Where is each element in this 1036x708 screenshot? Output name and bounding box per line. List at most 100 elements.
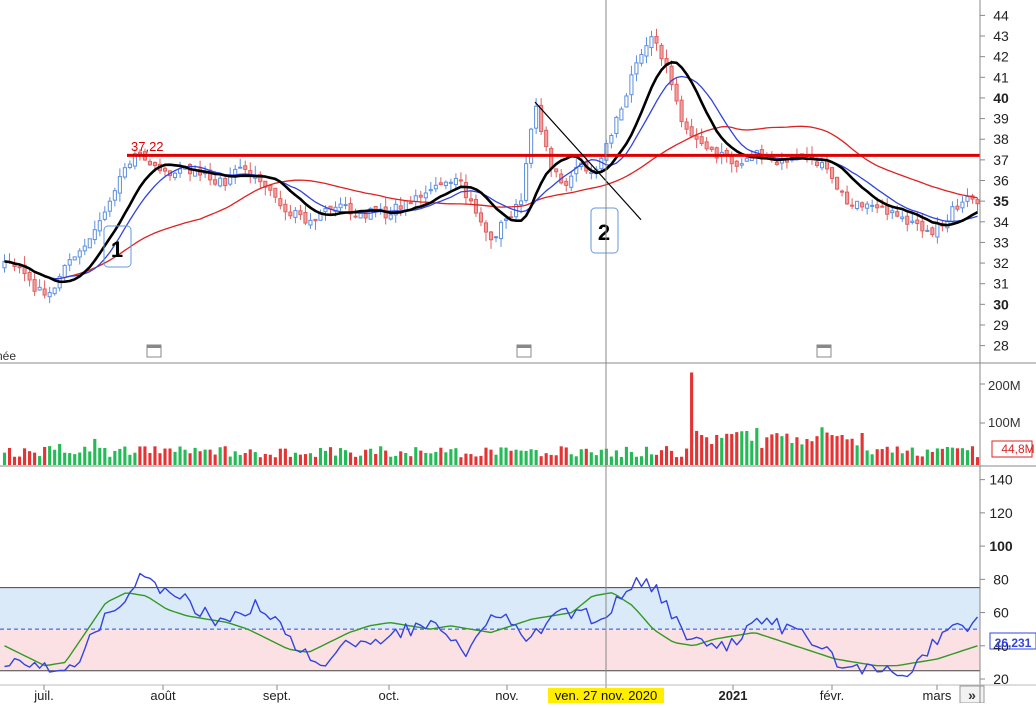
volume-bar [815, 436, 819, 465]
candle-body [865, 203, 870, 209]
volume-bar [504, 447, 508, 465]
volume-bar [970, 446, 975, 465]
volume-bar [143, 446, 147, 465]
price-panel[interactable] [2, 28, 980, 304]
volume-bar [830, 435, 834, 465]
volume-bar [634, 456, 639, 465]
price-tick-label: 29 [993, 317, 1009, 333]
volume-bar [920, 456, 924, 465]
candle-body [564, 180, 569, 186]
candle-body [92, 229, 97, 241]
candle-body [674, 83, 679, 102]
candle-body [524, 163, 529, 201]
candle-body [293, 210, 298, 218]
price-tick-label: 37 [993, 152, 1009, 168]
candle-body [82, 245, 87, 252]
volume-bar [464, 453, 468, 465]
volume-bar [895, 446, 899, 465]
volume-bar [78, 452, 82, 465]
volume-bar [369, 448, 373, 465]
x-tick-label: 2021 [719, 688, 748, 703]
volume-bar [930, 452, 934, 465]
volume-bar [258, 457, 262, 465]
candle-body [42, 288, 47, 296]
candle-body [704, 141, 709, 150]
candle-body [935, 222, 940, 238]
volume-bar [795, 437, 799, 465]
candle-body [102, 211, 107, 220]
candle-body [860, 202, 865, 208]
candle-body [127, 163, 132, 168]
volume-bar [263, 453, 267, 465]
price-tick-label: 33 [993, 234, 1009, 250]
candle-body [774, 161, 779, 165]
volume-bar [499, 447, 503, 465]
candle-body [97, 220, 102, 232]
candle-body [634, 62, 639, 75]
candle-body [845, 191, 850, 205]
volume-bar [208, 449, 212, 465]
candle-body [443, 181, 448, 187]
volume-bar [935, 448, 939, 465]
volume-bar [454, 448, 458, 465]
candle-body [734, 160, 739, 167]
volume-bar [599, 449, 603, 465]
candle-body [358, 212, 363, 219]
candle-body [448, 181, 453, 184]
volume-bar [108, 456, 112, 465]
volume-bar [559, 446, 563, 465]
volume-bar [409, 456, 413, 465]
x-tick-label: sept. [263, 688, 291, 703]
candle-body [840, 190, 845, 193]
volume-bar [730, 434, 734, 465]
chart-svg[interactable]: 1 2 » née 200M 100M 28 29 30 31 32 33 34 35 36 37 38… [0, 0, 1036, 704]
volume-bar [349, 452, 353, 465]
volume-panel[interactable] [2, 372, 980, 465]
candle-body [112, 190, 117, 201]
volume-bar [820, 427, 824, 465]
oversold-zone [0, 629, 980, 671]
candle-body [152, 162, 158, 167]
volume-bar [228, 456, 232, 465]
volume-bar [685, 448, 689, 465]
calendar-icon-header [817, 345, 831, 348]
volume-bar [760, 447, 764, 465]
calendar-icon-header [517, 345, 531, 348]
stock-chart[interactable]: 1 2 » née 200M 100M 28 29 30 31 32 33 34 35 36 37 38… [0, 0, 1036, 704]
volume-bar [720, 437, 724, 465]
volume-bar [890, 452, 894, 465]
volume-bar [73, 454, 77, 465]
volume-bar [755, 428, 759, 465]
oscillator-panel[interactable] [0, 572, 980, 678]
volume-bar [354, 456, 358, 465]
volume-bar [735, 432, 739, 465]
candle-body [890, 210, 895, 214]
volume-bar [469, 454, 473, 465]
volume-bar [133, 452, 137, 465]
volume-bar [680, 456, 684, 465]
annotation-label-2: 2 [598, 220, 610, 245]
volume-bar [554, 455, 558, 465]
candle-body [323, 208, 328, 213]
volume-bar [654, 454, 659, 465]
candle-body [493, 236, 499, 239]
candle-body [388, 214, 393, 220]
x-tick-label: mars [923, 688, 952, 703]
volume-bar [153, 446, 157, 465]
crosshair-date-label: ven. 27 nov. 2020 [555, 688, 657, 703]
x-tick-label: nov. [495, 688, 519, 703]
candle-body [529, 128, 534, 164]
volume-bar [429, 453, 433, 465]
oscillator-tick-label: 20 [993, 671, 1009, 687]
candle-body [950, 206, 955, 223]
volume-bar [940, 448, 944, 465]
volume-bar [800, 444, 804, 465]
price-tick-label: 31 [993, 276, 1009, 292]
volume-bar [835, 436, 839, 465]
volume-bar [805, 439, 809, 465]
candle-body [875, 204, 880, 209]
volume-bar [765, 437, 769, 465]
volume-bar [268, 454, 272, 465]
candle-body [850, 204, 855, 207]
candle-body [965, 196, 970, 202]
